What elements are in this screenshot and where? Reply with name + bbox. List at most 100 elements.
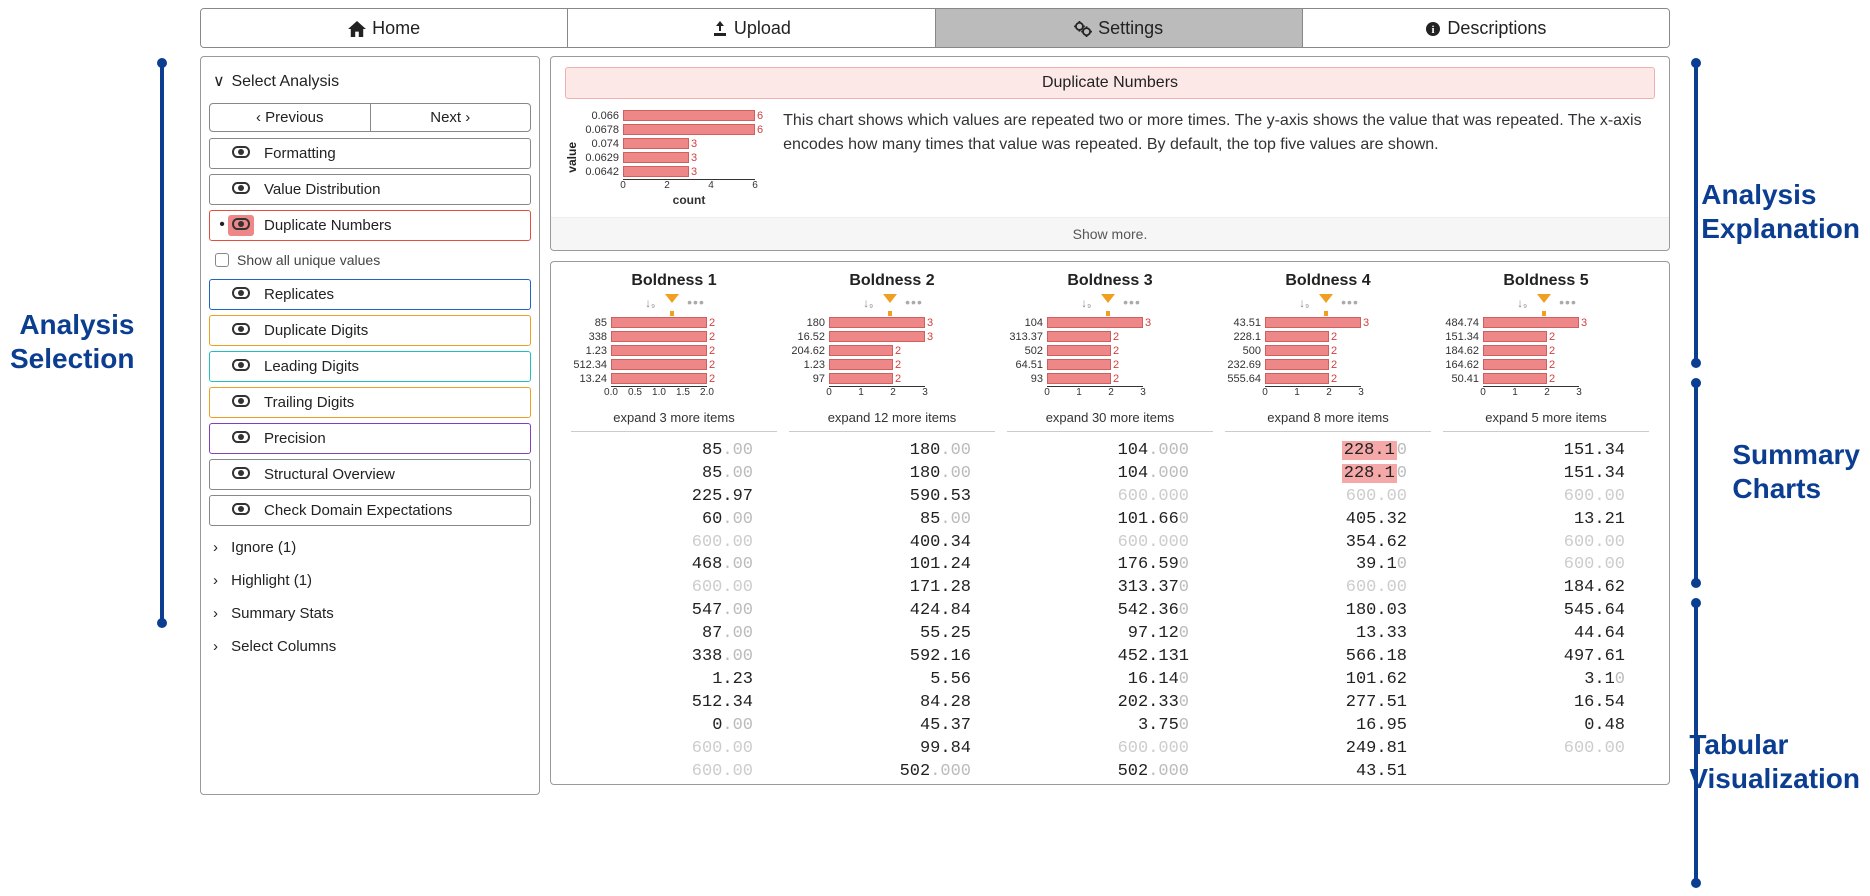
show-unique-checkbox-row[interactable]: Show all unique values	[209, 246, 531, 274]
select-analysis-header[interactable]: ∨ Select Analysis	[209, 65, 531, 97]
hbar-value: 6	[755, 110, 763, 122]
svg-text:i: i	[1432, 24, 1435, 36]
more-icon[interactable]: •••	[1559, 294, 1577, 310]
hbar-value: 3	[925, 331, 933, 343]
hbar-bar	[611, 317, 707, 328]
data-cell: 180.00	[783, 463, 971, 486]
sort-icon[interactable]	[861, 294, 875, 308]
tab-icon	[348, 18, 372, 38]
expand-link[interactable]: expand 30 more items	[1007, 404, 1213, 432]
data-cell: 184.62	[1437, 577, 1625, 600]
analysis-item-duplicate-digits[interactable]: Duplicate Digits	[209, 315, 531, 346]
tab-descriptions[interactable]: i Descriptions	[1303, 9, 1669, 47]
hbar-value: 2	[893, 359, 901, 371]
hbar-category: 484.74	[1443, 317, 1483, 329]
data-cell: 0.00	[565, 715, 753, 738]
analysis-label: Value Distribution	[264, 181, 380, 198]
analysis-item-structural-overview[interactable]: Structural Overview	[209, 459, 531, 490]
collapse-select-columns[interactable]: › Select Columns	[209, 630, 531, 663]
x-axis: 0.00.51.01.52.0	[611, 386, 707, 400]
collapse-summary-stats[interactable]: › Summary Stats	[209, 597, 531, 630]
filter-icon[interactable]	[883, 294, 897, 303]
collapse-ignore-[interactable]: › Ignore (1)	[209, 531, 531, 564]
eye-icon	[228, 464, 254, 485]
data-cell: 600.00	[565, 761, 753, 784]
summary-col-2: Boldness 2•••180316.523204.6221.23297201…	[783, 272, 1001, 432]
expand-link[interactable]: expand 8 more items	[1225, 404, 1431, 432]
hbar-category: 512.34	[571, 359, 611, 371]
tick: 0.5	[628, 387, 642, 398]
hbar-row: 43.513	[1225, 316, 1369, 330]
analysis-item-value-distribution[interactable]: Value Distribution	[209, 174, 531, 205]
data-cell: 60.00	[565, 509, 753, 532]
data-cell: 101.62	[1219, 669, 1407, 692]
data-cell: 354.62	[1219, 532, 1407, 555]
bracket-right-2-icon	[1688, 383, 1698, 583]
analysis-item-leading-digits[interactable]: Leading Digits	[209, 351, 531, 382]
filter-icon[interactable]	[665, 294, 679, 303]
sort-icon[interactable]	[1079, 294, 1093, 308]
next-button[interactable]: Next ›	[371, 104, 531, 131]
data-cell: 55.25	[783, 623, 971, 646]
tab-settings[interactable]: Settings	[936, 9, 1303, 47]
hbar-bar	[829, 317, 925, 328]
expand-link[interactable]: expand 3 more items	[571, 404, 777, 432]
collapse-highlight-[interactable]: › Highlight (1)	[209, 564, 531, 597]
hbar-value: 2	[893, 345, 901, 357]
expand-link[interactable]: expand 5 more items	[1443, 404, 1649, 432]
show-more-button[interactable]: Show more.	[551, 217, 1669, 250]
sort-icon[interactable]	[643, 294, 657, 308]
filter-icon[interactable]	[1101, 294, 1115, 303]
tab-icon	[712, 18, 734, 38]
data-cell: 600.00	[1437, 532, 1625, 555]
more-icon[interactable]: •••	[687, 294, 705, 310]
tab-label: Descriptions	[1447, 18, 1546, 38]
hbar-value: 2	[1547, 373, 1555, 385]
tick: 0	[826, 387, 832, 398]
sort-icon[interactable]	[1515, 294, 1529, 308]
hbar-bar	[1483, 359, 1547, 370]
expand-link[interactable]: expand 12 more items	[789, 404, 995, 432]
hbar-row: 204.622	[789, 344, 901, 358]
data-cell: 3.750	[1001, 715, 1189, 738]
tick: 0	[620, 180, 626, 191]
data-cell: 542.360	[1001, 600, 1189, 623]
analysis-item-precision[interactable]: Precision	[209, 423, 531, 454]
hbar-category: 151.34	[1443, 331, 1483, 343]
column-title: Boldness 1	[571, 272, 777, 290]
hbar-category: 555.64	[1225, 373, 1265, 385]
data-cell: 338.00	[565, 646, 753, 669]
eye-icon	[228, 500, 254, 521]
previous-button[interactable]: ‹ Previous	[210, 104, 371, 131]
analysis-item-formatting[interactable]: Formatting	[209, 138, 531, 169]
hbar-row: 1043	[1007, 316, 1151, 330]
data-cell: 228.10	[1219, 440, 1407, 463]
hbar-category: 0.0678	[583, 124, 623, 136]
analysis-item-trailing-digits[interactable]: Trailing Digits	[209, 387, 531, 418]
data-cell: 104.000	[1001, 440, 1189, 463]
filter-icon[interactable]	[1319, 294, 1333, 303]
tab-upload[interactable]: Upload	[568, 9, 935, 47]
annotation-tabular-visualization: TabularVisualization	[1689, 728, 1860, 795]
hbar-bar	[829, 331, 925, 342]
analysis-item-check-domain-expectations[interactable]: Check Domain Expectations	[209, 495, 531, 526]
more-icon[interactable]: •••	[1341, 294, 1359, 310]
tab-home[interactable]: Home	[201, 9, 568, 47]
data-cell: 468.00	[565, 554, 753, 577]
more-icon[interactable]: •••	[905, 294, 923, 310]
eye-icon	[228, 179, 254, 200]
more-icon[interactable]: •••	[1123, 294, 1141, 310]
column-title: Boldness 2	[789, 272, 995, 290]
data-cell: 590.53	[783, 486, 971, 509]
tick: 2	[1326, 387, 1332, 398]
hbar-value: 2	[1329, 373, 1337, 385]
sort-icon[interactable]	[1297, 294, 1311, 308]
hbar-bar	[1047, 317, 1143, 328]
filter-icon[interactable]	[1537, 294, 1551, 303]
summary-table-panel: Boldness 1•••85233821.232512.34213.2420.…	[550, 261, 1670, 785]
analysis-item-replicates[interactable]: Replicates	[209, 279, 531, 310]
tick: 2	[1108, 387, 1114, 398]
data-cell: 225.97	[565, 486, 753, 509]
data-cell: 600.00	[1219, 486, 1407, 509]
analysis-item-duplicate-numbers[interactable]: •Duplicate Numbers	[209, 210, 531, 241]
